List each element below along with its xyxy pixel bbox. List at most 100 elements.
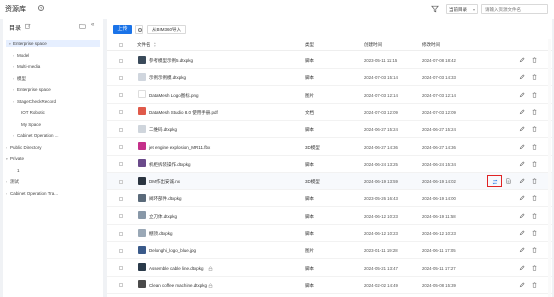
file-name[interactable]: Clean coffee machine.dtxpkg: [149, 283, 207, 288]
pencil-icon[interactable]: [519, 213, 525, 219]
sidebar-item[interactable]: › 模型: [3, 75, 97, 82]
table-row[interactable]: 机柜拆装操作.dtxpkg 脚本 2024-06-24 13:25 2024-06-2…: [107, 156, 552, 173]
pencil-icon[interactable]: [519, 247, 525, 253]
select-all-checkbox[interactable]: [119, 43, 123, 47]
table-row[interactable]: 示例示例模.dtxpkg 脚本 2024-07-03 15:14 2024-07-03…: [107, 69, 552, 87]
document-icon[interactable]: [506, 178, 511, 184]
table-row[interactable]: 参考模型示例5.dtxpkg 脚本 2023-05-11 11:15 2024-07-…: [107, 52, 552, 69]
row-checkbox[interactable]: [119, 196, 123, 201]
pencil-icon[interactable]: [519, 282, 525, 288]
row-checkbox[interactable]: [119, 179, 123, 184]
row-checkbox[interactable]: [119, 58, 123, 63]
sidebar-item[interactable]: › 测试: [3, 178, 97, 185]
file-name[interactable]: jet engine explosion_MR11.fbx: [149, 145, 210, 150]
file-name[interactable]: 机柜拆装操作.dtxpkg: [149, 162, 191, 168]
row-checkbox[interactable]: [119, 127, 123, 132]
table-row[interactable]: jet engine explosion_MR11.fbx 3D模型 2024-06…: [107, 139, 552, 156]
table-row[interactable]: 二维码.dtxpkg 脚本 2024-06-27 15:24 2024-06-27 1…: [107, 121, 552, 139]
trash-icon[interactable]: [532, 213, 537, 219]
table-row[interactable]: DataMesh Studio 8.0 使用手册.pdf 文档 2024-07-03…: [107, 104, 552, 121]
table-row[interactable]: DataMesh Logo图标.png 图片 2024-07-03 12:14 202…: [107, 87, 552, 104]
trash-icon[interactable]: [532, 143, 537, 150]
sidebar-item[interactable]: › Model: [3, 52, 97, 59]
collapse-sidebar-icon[interactable]: «: [91, 22, 94, 28]
file-name[interactable]: Delonghi_logo_blue.jpg: [149, 248, 196, 253]
table-row[interactable]: 立刀体.dtxpkg 脚本 2024-06-12 10:23 2024-06-19 1…: [107, 208, 552, 225]
file-name[interactable]: Assemble cable line.dtxpkg: [149, 266, 204, 271]
trash-icon[interactable]: [532, 247, 537, 253]
file-name[interactable]: 参考模型示例5.dtxpkg: [149, 58, 193, 64]
scrollbar[interactable]: [548, 39, 551, 297]
sidebar-item[interactable]: › Public Directory: [3, 144, 97, 151]
file-name[interactable]: 二维码.dtxpkg: [149, 127, 177, 133]
row-checkbox[interactable]: [119, 162, 123, 167]
trash-icon[interactable]: [532, 74, 537, 80]
scope-select[interactable]: 当前目录 ▾: [446, 4, 478, 14]
row-checkbox[interactable]: [119, 283, 123, 288]
pencil-icon[interactable]: [519, 265, 525, 271]
pencil-icon[interactable]: [519, 161, 525, 167]
search-input[interactable]: [481, 4, 548, 14]
pencil-icon[interactable]: [519, 92, 525, 98]
table-row[interactable]: Clean coffee machine.dtxpkg 脚本 2024-02-02 …: [107, 277, 552, 294]
sidebar-item[interactable]: 1: [3, 167, 97, 174]
trash-icon[interactable]: [532, 230, 537, 236]
file-name[interactable]: 示例示例模.dtxpkg: [149, 75, 186, 81]
upload-button[interactable]: 上传: [113, 25, 132, 34]
sidebar-item[interactable]: ▾ Private: [3, 155, 97, 162]
row-checkbox[interactable]: [119, 266, 123, 271]
row-checkbox[interactable]: [119, 93, 123, 98]
trash-icon[interactable]: [532, 282, 537, 288]
pencil-icon[interactable]: [519, 74, 525, 80]
edit-directory-icon[interactable]: [25, 23, 31, 29]
table-row[interactable]: 棚顶.dtxpkg 脚本 2024-06-12 10:23 2024-06-12 10…: [107, 225, 552, 242]
sidebar-item[interactable]: › Multi-media: [3, 63, 97, 70]
file-name[interactable]: 棚顶.dtxpkg: [149, 231, 173, 237]
pencil-icon[interactable]: [519, 195, 525, 201]
sidebar-item[interactable]: My Space: [3, 121, 97, 128]
pencil-icon[interactable]: [519, 126, 525, 132]
sidebar-item[interactable]: ▾ Enterprise space: [6, 40, 100, 47]
replace-button[interactable]: [487, 175, 502, 188]
row-checkbox[interactable]: [119, 231, 123, 236]
trash-icon[interactable]: [532, 109, 537, 115]
column-name[interactable]: 文件名: [137, 42, 151, 48]
help-icon[interactable]: ?: [38, 5, 44, 11]
filter-icon[interactable]: [431, 5, 439, 13]
row-checkbox[interactable]: [119, 145, 123, 149]
info-button[interactable]: [135, 25, 143, 34]
file-name[interactable]: DataMesh Studio 8.0 使用手册.pdf: [149, 110, 218, 116]
trash-icon[interactable]: [532, 195, 537, 202]
pencil-icon[interactable]: [519, 230, 525, 236]
sort-icon[interactable]: ▴ ▾: [154, 41, 156, 47]
sidebar-item[interactable]: › StageCheckRecord: [3, 98, 97, 105]
file-name[interactable]: 阀环部件.dtxpkg: [149, 196, 182, 202]
trash-icon[interactable]: [532, 161, 537, 167]
pencil-icon[interactable]: [519, 109, 525, 115]
sidebar-item[interactable]: IOT Robotic: [3, 109, 97, 116]
trash-icon[interactable]: [532, 178, 537, 184]
new-folder-icon[interactable]: [79, 23, 86, 29]
trash-icon[interactable]: [532, 57, 537, 63]
trash-icon[interactable]: [532, 126, 537, 132]
file-name[interactable]: DataMesh Logo图标.png: [149, 93, 199, 99]
table-row[interactable]: DM作出安诚.nx 3D模型 2024-06-19 13:59 2024-06-19 …: [107, 173, 552, 191]
sidebar-item[interactable]: › Enterprise space: [3, 86, 97, 93]
trash-icon[interactable]: [532, 264, 537, 271]
sidebar-item[interactable]: › Cabinet Operation ...: [3, 132, 97, 139]
table-row[interactable]: Delonghi_logo_blue.jpg 图片 2023-01-11 19:28…: [107, 242, 552, 260]
row-checkbox[interactable]: [119, 248, 123, 253]
import-bim360-button[interactable]: 从BIM360导入: [147, 25, 186, 34]
file-name[interactable]: DM作出安诚.nx: [149, 179, 180, 185]
table-row[interactable]: Assemble cable line.dtxpkg 脚本 2024-05-21 1…: [107, 260, 552, 277]
row-checkbox[interactable]: [119, 75, 123, 80]
pencil-icon[interactable]: [519, 178, 525, 184]
row-checkbox[interactable]: [119, 214, 123, 219]
table-row[interactable]: 阀环部件.dtxpkg 脚本 2023-05-26 16:43 2024-06-19 …: [107, 190, 552, 208]
sidebar-item[interactable]: › Cabinet Operation Tra...: [3, 190, 97, 197]
pencil-icon[interactable]: [519, 57, 525, 63]
trash-icon[interactable]: [532, 91, 537, 98]
pencil-icon[interactable]: [519, 144, 525, 150]
row-checkbox[interactable]: [119, 110, 123, 115]
file-name[interactable]: 立刀体.dtxpkg: [149, 214, 177, 220]
